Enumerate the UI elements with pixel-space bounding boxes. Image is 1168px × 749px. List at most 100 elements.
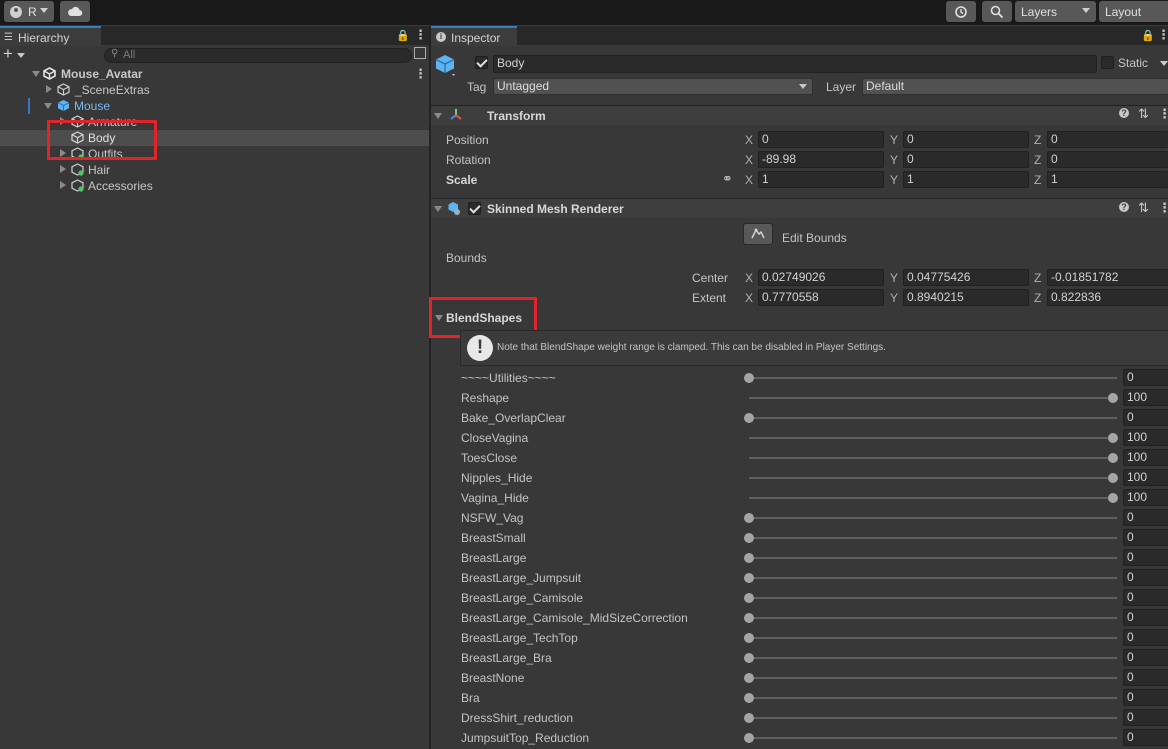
blendshape-value-field[interactable]: 0: [1123, 729, 1168, 746]
account-dropdown[interactable]: R: [4, 1, 54, 22]
blendshape-slider-knob[interactable]: [744, 513, 754, 523]
blendshape-slider-knob[interactable]: [1108, 493, 1118, 503]
hierarchy-search-field[interactable]: ⚲ All: [104, 48, 412, 63]
tag-dropdown[interactable]: Untagged: [493, 78, 813, 95]
tree-row-sceneextras[interactable]: _SceneExtras: [0, 82, 429, 98]
blendshape-slider-knob[interactable]: [1108, 433, 1118, 443]
skinned-mesh-renderer-header[interactable]: Skinned Mesh Renderer ? ⇅ ⋮: [431, 198, 1168, 218]
blendshape-value-field[interactable]: 0: [1123, 529, 1168, 546]
preset-icon[interactable]: ⇅: [1138, 200, 1149, 216]
foldout-arrow-icon[interactable]: [434, 113, 442, 119]
blendshape-slider-track[interactable]: [749, 457, 1117, 459]
layer-dropdown[interactable]: Default: [862, 78, 1168, 95]
expand-arrow-icon[interactable]: [44, 103, 52, 109]
blendshape-value-field[interactable]: 0: [1123, 709, 1168, 726]
blendshape-slider-knob[interactable]: [1108, 393, 1118, 403]
layout-dropdown[interactable]: Layout: [1099, 1, 1168, 22]
component-menu-icon[interactable]: ⋮: [1158, 200, 1168, 216]
blendshape-value-field[interactable]: 0: [1123, 549, 1168, 566]
expand-arrow-icon[interactable]: [46, 85, 52, 93]
component-menu-icon[interactable]: ⋮: [1158, 106, 1168, 122]
blendshape-value-field[interactable]: 100: [1123, 469, 1168, 486]
component-enabled-checkbox[interactable]: [468, 202, 481, 215]
transform-header[interactable]: Transform ? ⇅ ⋮: [431, 105, 1168, 125]
center-x-field[interactable]: 0.02749026: [758, 269, 884, 286]
lock-icon[interactable]: 🔒: [396, 29, 410, 42]
extent-z-field[interactable]: 0.822836: [1047, 289, 1168, 306]
center-y-field[interactable]: 0.04775426: [903, 269, 1029, 286]
blendshape-slider-knob[interactable]: [744, 533, 754, 543]
blendshape-slider-knob[interactable]: [744, 733, 754, 743]
position-z-field[interactable]: 0: [1047, 131, 1168, 148]
blendshape-slider-track[interactable]: [749, 637, 1117, 639]
add-icon[interactable]: +: [3, 44, 13, 64]
blendshape-value-field[interactable]: 0: [1123, 569, 1168, 586]
cloud-button[interactable]: [60, 1, 90, 22]
expand-arrow-icon[interactable]: [32, 71, 40, 77]
blendshape-value-field[interactable]: 0: [1123, 369, 1168, 386]
blendshape-slider-track[interactable]: [749, 437, 1117, 439]
scene-visibility-icon[interactable]: [414, 47, 426, 59]
blendshape-slider-knob[interactable]: [1108, 453, 1118, 463]
blendshape-slider-track[interactable]: [749, 517, 1117, 519]
blendshape-slider-track[interactable]: [749, 697, 1117, 699]
blendshape-value-field[interactable]: 100: [1123, 489, 1168, 506]
preset-icon[interactable]: ⇅: [1138, 106, 1149, 122]
blendshape-slider-track[interactable]: [749, 577, 1117, 579]
tree-row-mouse[interactable]: Mouse: [0, 98, 429, 114]
rotation-z-field[interactable]: 0: [1047, 151, 1168, 168]
extent-x-field[interactable]: 0.7770558: [758, 289, 884, 306]
blendshape-value-field[interactable]: 0: [1123, 589, 1168, 606]
edit-bounds-button[interactable]: [743, 223, 773, 245]
blendshape-slider-knob[interactable]: [744, 653, 754, 663]
blendshape-slider-track[interactable]: [749, 497, 1117, 499]
blendshape-slider-knob[interactable]: [744, 633, 754, 643]
static-dropdown-icon[interactable]: [1160, 61, 1168, 66]
position-x-field[interactable]: 0: [758, 131, 884, 148]
blendshape-slider-knob[interactable]: [744, 413, 754, 423]
blendshape-slider-track[interactable]: [749, 617, 1117, 619]
scale-y-field[interactable]: 1: [903, 171, 1029, 188]
rotation-x-field[interactable]: -89.98: [758, 151, 884, 168]
blendshape-slider-track[interactable]: [749, 677, 1117, 679]
history-button[interactable]: [946, 1, 976, 22]
add-dropdown-icon[interactable]: [17, 53, 25, 58]
blendshape-slider-track[interactable]: [749, 477, 1117, 479]
layers-dropdown[interactable]: Layers: [1015, 1, 1096, 22]
tree-row-scene[interactable]: Mouse_Avatar ⋮: [0, 66, 429, 82]
help-icon[interactable]: ?: [1119, 202, 1129, 212]
blendshape-slider-track[interactable]: [749, 737, 1117, 739]
blendshape-value-field[interactable]: 0: [1123, 669, 1168, 686]
blendshape-value-field[interactable]: 0: [1123, 649, 1168, 666]
blendshape-slider-track[interactable]: [749, 657, 1117, 659]
help-icon[interactable]: ?: [1119, 108, 1129, 118]
blendshape-value-field[interactable]: 0: [1123, 509, 1168, 526]
blendshape-value-field[interactable]: 100: [1123, 389, 1168, 406]
blendshape-slider-knob[interactable]: [744, 373, 754, 383]
blendshape-slider-track[interactable]: [749, 557, 1117, 559]
blendshape-slider-knob[interactable]: [744, 693, 754, 703]
rotation-y-field[interactable]: 0: [903, 151, 1029, 168]
tab-inspector[interactable]: i Inspector: [431, 26, 517, 46]
search-button[interactable]: [982, 1, 1012, 22]
active-checkbox[interactable]: [475, 56, 488, 69]
blendshape-value-field[interactable]: 0: [1123, 409, 1168, 426]
position-y-field[interactable]: 0: [903, 131, 1029, 148]
blendshape-slider-knob[interactable]: [744, 673, 754, 683]
inspector-menu-icon[interactable]: ⋮: [1157, 27, 1168, 43]
blendshape-slider-knob[interactable]: [744, 593, 754, 603]
extent-y-field[interactable]: 0.8940215: [903, 289, 1029, 306]
blendshape-value-field[interactable]: 0: [1123, 629, 1168, 646]
blendshape-slider-track[interactable]: [749, 377, 1117, 379]
blendshape-slider-track[interactable]: [749, 717, 1117, 719]
blendshape-slider-knob[interactable]: [744, 553, 754, 563]
tree-row-hair[interactable]: Hair: [0, 162, 429, 178]
center-z-field[interactable]: -0.01851782: [1047, 269, 1168, 286]
blendshape-slider-track[interactable]: [749, 537, 1117, 539]
scene-menu-icon[interactable]: ⋮: [414, 66, 427, 82]
tree-row-accessories[interactable]: Accessories: [0, 178, 429, 194]
inspector-lock-icon[interactable]: 🔒: [1141, 29, 1155, 42]
blendshape-slider-track[interactable]: [749, 397, 1117, 399]
tab-hierarchy[interactable]: ☰ Hierarchy: [0, 26, 101, 46]
hierarchy-menu-icon[interactable]: ⋮: [414, 27, 427, 43]
